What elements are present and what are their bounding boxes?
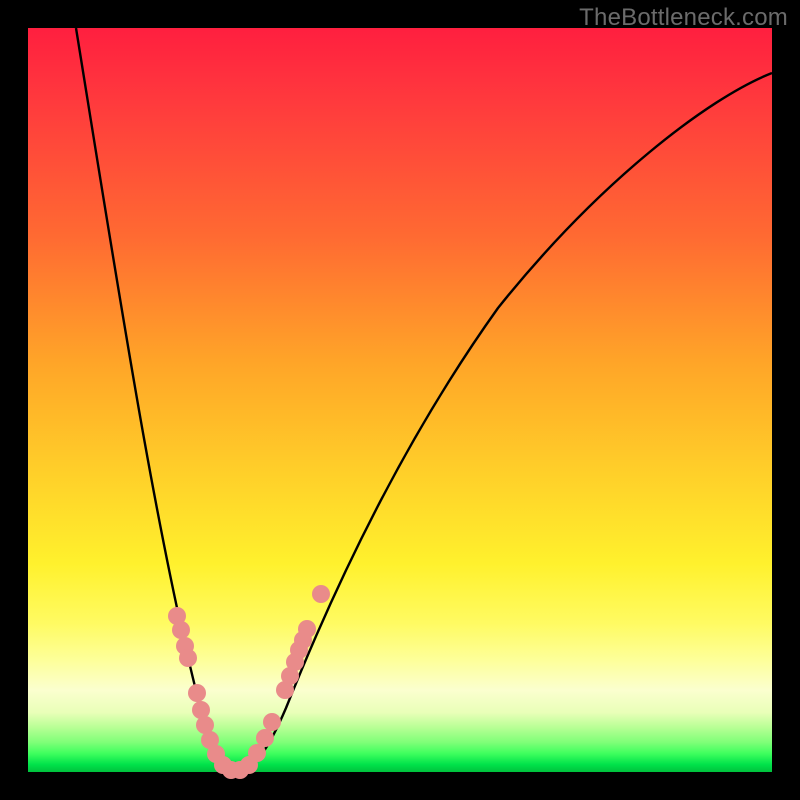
plot-area <box>28 28 772 772</box>
data-dot <box>188 684 206 702</box>
data-dot <box>256 729 274 747</box>
chart-svg <box>28 28 772 772</box>
data-dot <box>172 621 190 639</box>
data-dot <box>179 649 197 667</box>
data-dot <box>312 585 330 603</box>
chart-frame: TheBottleneck.com <box>0 0 800 800</box>
data-dot <box>263 713 281 731</box>
marker-group <box>168 585 330 779</box>
data-dot <box>298 620 316 638</box>
watermark-text: TheBottleneck.com <box>579 4 788 32</box>
